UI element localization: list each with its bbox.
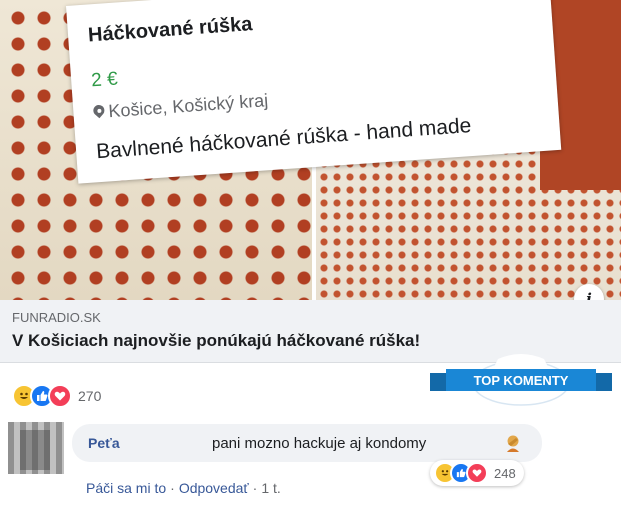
listing-title: Háčkované rúška [87,13,254,47]
love-icon [48,384,72,408]
post-image[interactable]: Háčkované rúška 2 € Košice, Košický kraj… [0,0,621,300]
listing-location: Košice, Košický kraj [93,90,269,123]
reaction-count: 270 [78,388,102,404]
comment-text: pani mozno hackuje aj kondomy [212,435,427,452]
avatar[interactable] [8,422,64,474]
post-reactions[interactable]: 270 [12,384,101,408]
comment-bubble: Peťa pani mozno hackuje aj kondomy [72,424,542,462]
listing-description: Bavlnené háčkované rúška - hand made [95,114,473,164]
love-icon [466,462,488,484]
link-headline[interactable]: V Košiciach najnovšie ponúkajú háčkované… [12,331,420,351]
facepalm-icon [507,435,519,452]
badge-label: TOP KOMENTY [474,373,569,388]
comment-time[interactable]: 1 t. [261,480,280,496]
location-pin-icon [93,105,105,121]
listing-price: 2 € [90,68,119,92]
comment-author[interactable]: Peťa [88,435,120,451]
top-comments-badge: TOP KOMENTY [430,354,612,406]
comment-reaction-count: 248 [494,465,516,481]
separator: · [170,480,175,496]
separator: · [252,480,258,496]
like-link[interactable]: Páči sa mi to [86,480,166,496]
comment-reactions[interactable]: 248 [430,460,524,486]
link-domain: FUNRADIO.SK [12,310,101,325]
listing-location-text: Košice, Košický kraj [107,90,269,122]
reply-link[interactable]: Odpovedať [179,480,249,496]
comment-actions: Páči sa mi to · Odpovedať · 1 t. [86,480,281,496]
